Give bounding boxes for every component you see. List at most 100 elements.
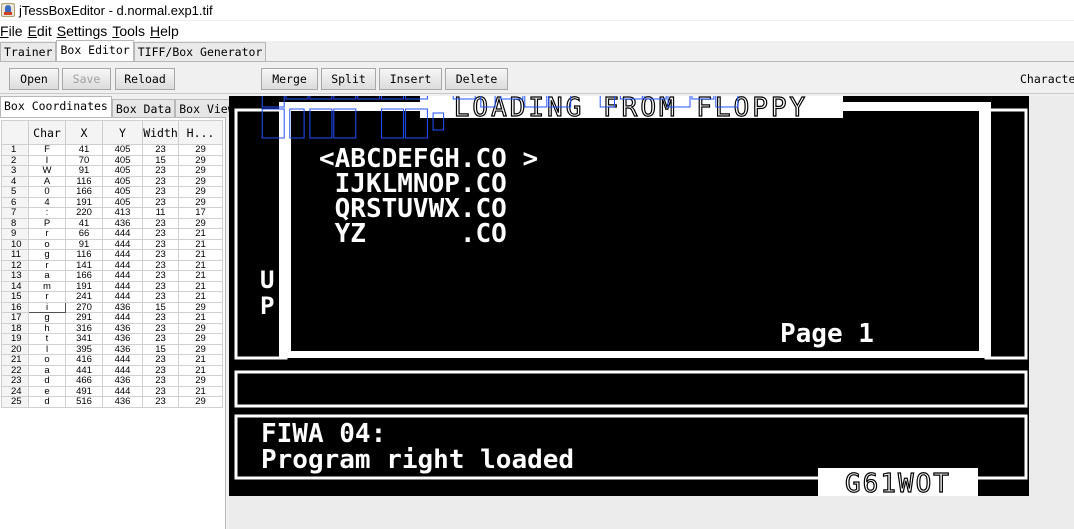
table-cell[interactable]: 4 bbox=[28, 196, 66, 208]
row-number-cell[interactable]: 11 bbox=[1, 249, 29, 261]
table-cell[interactable]: 23 bbox=[142, 249, 179, 261]
table-cell[interactable]: a bbox=[28, 270, 66, 282]
table-row[interactable]: 24 e 491 444 23 21 bbox=[1, 385, 223, 397]
table-cell[interactable]: 29 bbox=[178, 322, 223, 334]
row-number-cell[interactable]: 25 bbox=[1, 396, 29, 408]
table-cell[interactable]: 21 bbox=[178, 291, 223, 303]
table-cell[interactable]: 116 bbox=[65, 175, 103, 187]
row-number-cell[interactable]: 17 bbox=[1, 312, 29, 324]
table-cell[interactable]: 15 bbox=[142, 343, 179, 355]
table-cell[interactable]: 29 bbox=[178, 165, 223, 177]
table-cell[interactable]: : bbox=[28, 207, 66, 219]
table-cell[interactable]: 395 bbox=[65, 343, 103, 355]
table-cell[interactable]: 29 bbox=[178, 301, 223, 313]
merge-button[interactable]: Merge bbox=[261, 68, 318, 90]
table-cell[interactable]: 70 bbox=[65, 154, 103, 166]
table-cell[interactable]: e bbox=[28, 385, 66, 397]
row-number-cell[interactable]: 4 bbox=[1, 175, 29, 187]
table-cell[interactable]: 29 bbox=[178, 333, 223, 345]
table-cell[interactable]: 0 bbox=[28, 186, 66, 198]
row-number-cell[interactable]: 13 bbox=[1, 270, 29, 282]
table-cell[interactable]: 29 bbox=[178, 217, 223, 229]
table-cell[interactable]: 29 bbox=[178, 396, 223, 408]
row-number-cell[interactable]: 15 bbox=[1, 291, 29, 303]
table-cell[interactable]: 23 bbox=[142, 144, 179, 156]
table-cell[interactable]: 23 bbox=[142, 186, 179, 198]
table-row[interactable]: 13 a 166 444 23 21 bbox=[1, 270, 223, 282]
image-canvas[interactable]: LOADING FROM FLOPPY <ABCDEFGH.CO > IJKLM… bbox=[229, 96, 1074, 529]
table-cell[interactable]: 29 bbox=[178, 144, 223, 156]
table-cell[interactable]: 444 bbox=[102, 364, 143, 376]
table-row[interactable]: 15 r 241 444 23 21 bbox=[1, 291, 223, 303]
column-header-height[interactable]: H... bbox=[178, 120, 223, 145]
table-cell[interactable]: A bbox=[28, 175, 66, 187]
table-cell[interactable]: 15 bbox=[142, 154, 179, 166]
row-number-cell[interactable]: 16 bbox=[1, 301, 29, 313]
table-cell[interactable]: 436 bbox=[102, 333, 143, 345]
table-cell[interactable]: 405 bbox=[102, 186, 143, 198]
table-cell[interactable]: 21 bbox=[178, 280, 223, 292]
row-number-cell[interactable]: 22 bbox=[1, 364, 29, 376]
table-cell[interactable]: 41 bbox=[65, 217, 103, 229]
table-cell[interactable]: 23 bbox=[142, 280, 179, 292]
table-cell[interactable]: 21 bbox=[178, 249, 223, 261]
table-cell[interactable]: F bbox=[28, 144, 66, 156]
split-button[interactable]: Split bbox=[321, 68, 376, 90]
row-number-cell[interactable]: 12 bbox=[1, 259, 29, 271]
save-button[interactable]: Save bbox=[62, 68, 111, 90]
table-cell[interactable]: 444 bbox=[102, 385, 143, 397]
table-cell[interactable]: 23 bbox=[142, 270, 179, 282]
table-cell[interactable]: 23 bbox=[142, 385, 179, 397]
table-row[interactable]: 22 a 441 444 23 21 bbox=[1, 364, 223, 376]
tab-trainer[interactable]: Trainer bbox=[0, 42, 57, 61]
table-cell[interactable]: 316 bbox=[65, 322, 103, 334]
table-cell[interactable]: 491 bbox=[65, 385, 103, 397]
column-header-x[interactable]: X bbox=[65, 120, 103, 145]
table-row[interactable]: 2 I 70 405 15 29 bbox=[1, 154, 223, 166]
table-cell[interactable]: 444 bbox=[102, 259, 143, 271]
table-cell[interactable]: r bbox=[28, 291, 66, 303]
table-cell[interactable]: 21 bbox=[178, 312, 223, 324]
table-row[interactable]: 18 h 316 436 23 29 bbox=[1, 322, 223, 334]
table-row[interactable]: 21 o 416 444 23 21 bbox=[1, 354, 223, 366]
table-cell[interactable]: 291 bbox=[65, 312, 103, 324]
row-number-cell[interactable]: 2 bbox=[1, 154, 29, 166]
tab-box-coordinates[interactable]: Box Coordinates bbox=[0, 96, 112, 117]
table-cell[interactable]: 416 bbox=[65, 354, 103, 366]
table-cell[interactable]: 23 bbox=[142, 196, 179, 208]
table-cell[interactable]: 23 bbox=[142, 312, 179, 324]
table-cell[interactable]: 23 bbox=[142, 333, 179, 345]
row-number-cell[interactable]: 20 bbox=[1, 343, 29, 355]
menu-file[interactable]: File bbox=[0, 23, 23, 39]
table-cell[interactable]: 23 bbox=[142, 228, 179, 240]
table-row[interactable]: 8 P 41 436 23 29 bbox=[1, 217, 223, 229]
column-header-char[interactable]: Char bbox=[28, 120, 66, 145]
table-cell[interactable]: 29 bbox=[178, 375, 223, 387]
table-cell[interactable]: 91 bbox=[65, 165, 103, 177]
table-row[interactable]: 5 0 166 405 23 29 bbox=[1, 186, 223, 198]
table-cell[interactable]: 23 bbox=[142, 364, 179, 376]
insert-button[interactable]: Insert bbox=[379, 68, 442, 90]
row-number-cell[interactable]: 5 bbox=[1, 186, 29, 198]
table-cell[interactable]: W bbox=[28, 165, 66, 177]
table-cell[interactable]: o bbox=[28, 354, 66, 366]
table-cell[interactable]: r bbox=[28, 228, 66, 240]
tab-tiff-box-generator[interactable]: TIFF/Box Generator bbox=[133, 42, 267, 61]
table-cell[interactable]: 444 bbox=[102, 354, 143, 366]
table-cell[interactable]: 220 bbox=[65, 207, 103, 219]
table-cell[interactable]: 444 bbox=[102, 238, 143, 250]
table-cell[interactable]: d bbox=[28, 396, 66, 408]
table-cell[interactable]: 23 bbox=[142, 217, 179, 229]
row-number-cell[interactable]: 3 bbox=[1, 165, 29, 177]
row-number-cell[interactable]: 8 bbox=[1, 217, 29, 229]
table-row[interactable]: 25 d 516 436 23 29 bbox=[1, 396, 223, 408]
table-cell[interactable]: m bbox=[28, 280, 66, 292]
row-number-cell[interactable]: 9 bbox=[1, 228, 29, 240]
table-cell[interactable]: 23 bbox=[142, 238, 179, 250]
table-cell[interactable]: 41 bbox=[65, 144, 103, 156]
row-number-cell[interactable]: 10 bbox=[1, 238, 29, 250]
table-cell[interactable]: 270 bbox=[65, 301, 103, 313]
table-cell[interactable]: 23 bbox=[142, 322, 179, 334]
table-cell[interactable]: P bbox=[28, 217, 66, 229]
table-cell[interactable]: 444 bbox=[102, 280, 143, 292]
